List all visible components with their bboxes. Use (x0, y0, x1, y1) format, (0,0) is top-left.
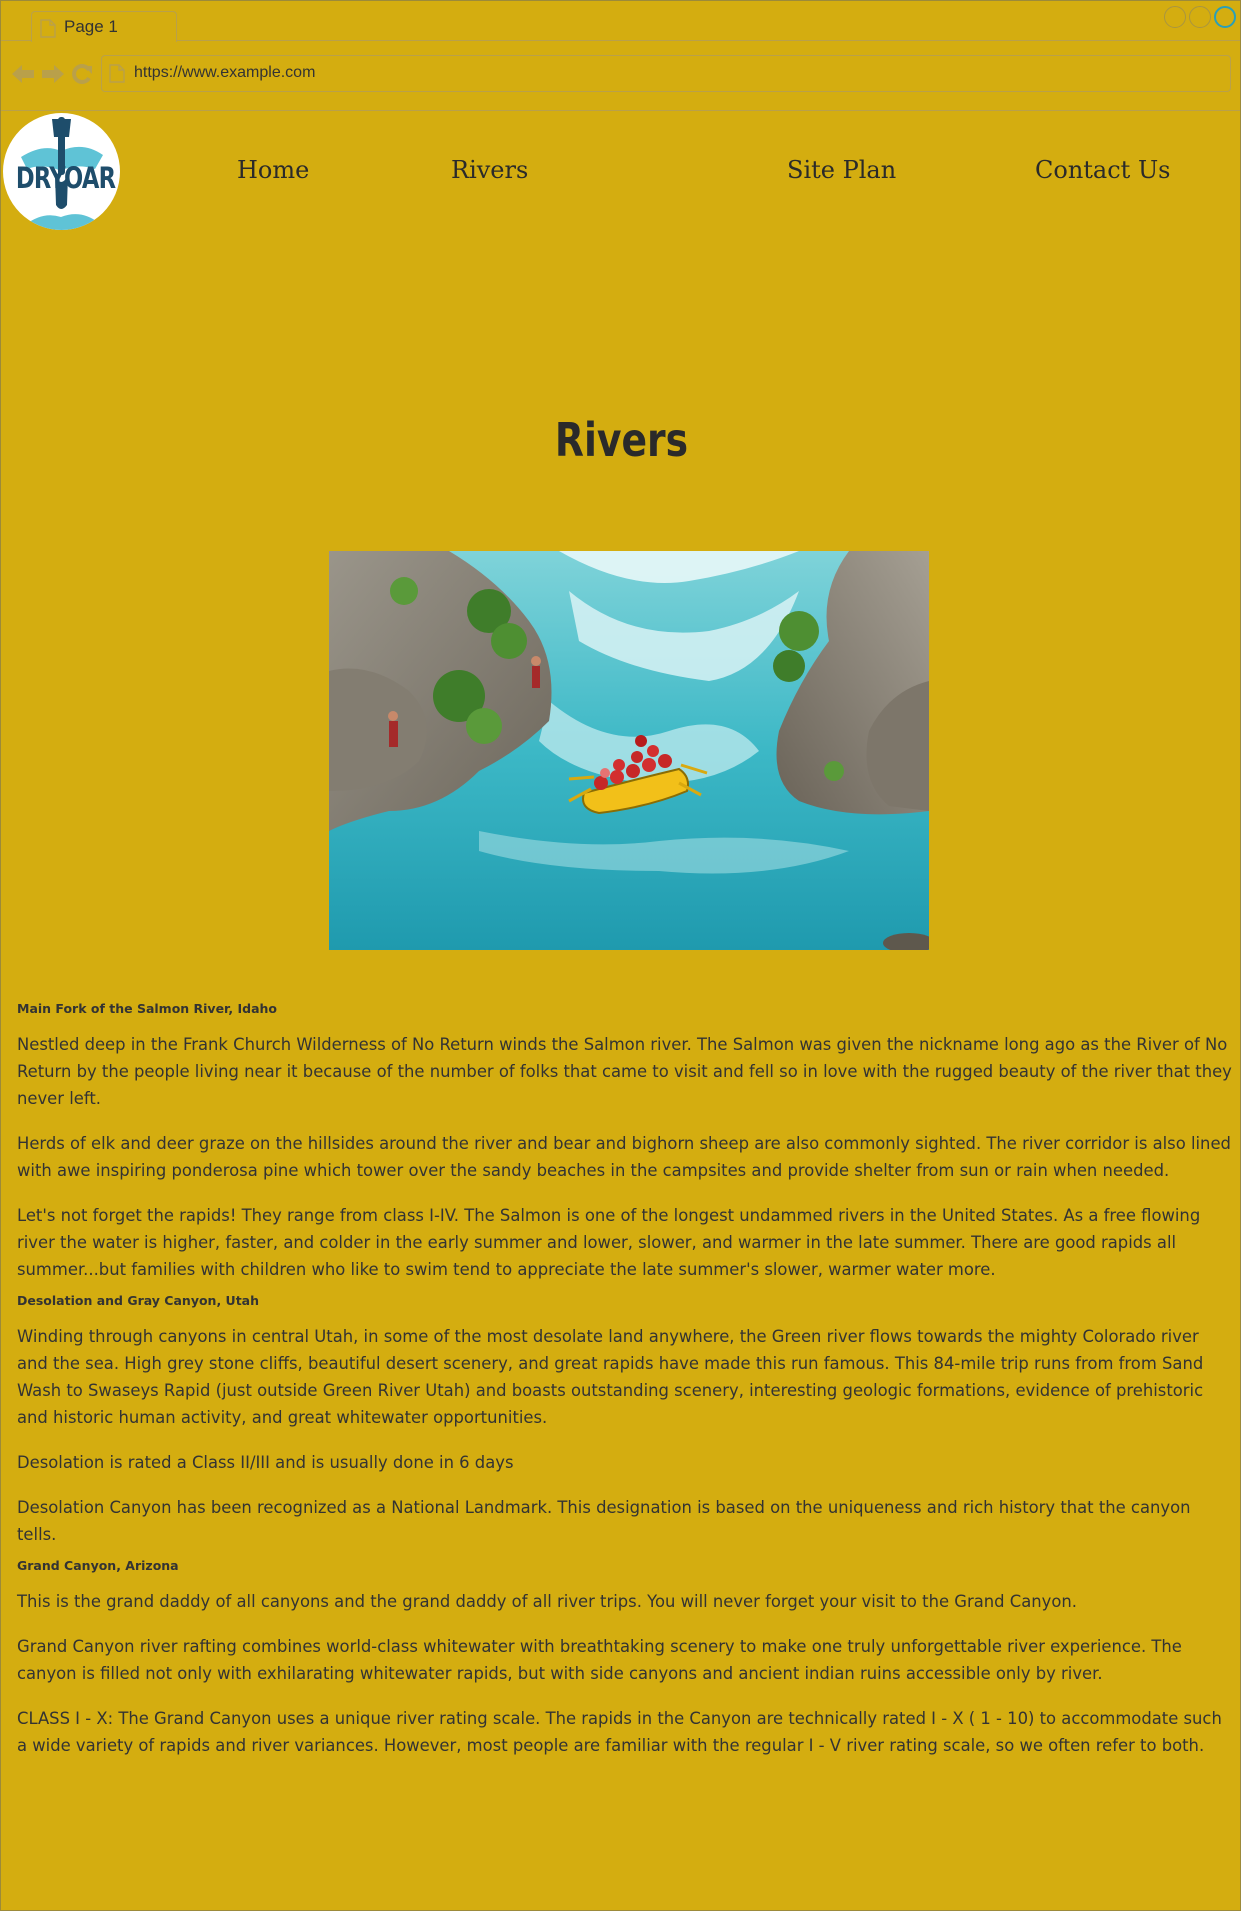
forward-arrow-icon[interactable] (41, 63, 65, 85)
paragraph: Nestled deep in the Frank Church Wildern… (17, 1035, 1232, 1108)
nav-contact-us-link[interactable]: Contact Us (1035, 156, 1170, 184)
browser-tab[interactable]: Page 1 (31, 11, 177, 42)
maximize-button[interactable] (1189, 6, 1211, 28)
site-logo[interactable]: DRYOAR (3, 113, 120, 230)
url-input[interactable]: https://www.example.com (101, 55, 1231, 92)
address-bar-row: https://www.example.com (1, 41, 1240, 111)
nav-site-plan-link[interactable]: Site Plan (787, 156, 896, 184)
paragraph: Desolation Canyon has been recognized as… (17, 1498, 1191, 1544)
paragraph: This is the grand daddy of all canyons a… (17, 1592, 1077, 1611)
close-button[interactable] (1214, 6, 1236, 28)
river-descriptions: Main Fork of the Salmon River, Idaho Nes… (17, 1001, 1232, 1759)
window-controls (1164, 6, 1236, 28)
paragraph: CLASS I - X: The Grand Canyon uses a uni… (17, 1709, 1222, 1755)
paragraph: Grand Canyon river rafting combines worl… (17, 1637, 1182, 1683)
tab-bar: Page 1 (1, 1, 1240, 42)
browser-window: Page 1 https://www.example.com DRYOAR Ho… (0, 0, 1241, 1911)
nav-home-link[interactable]: Home (237, 156, 309, 184)
tab-title: Page 1 (64, 17, 118, 36)
navigation-controls (11, 63, 93, 85)
paragraph: Winding through canyons in central Utah,… (17, 1327, 1204, 1427)
river-rafting-image (329, 551, 929, 950)
minimize-button[interactable] (1164, 6, 1186, 28)
page-icon (40, 19, 56, 42)
section-heading-desolation: Desolation and Gray Canyon, Utah (17, 1293, 260, 1308)
page-title: Rivers (554, 413, 689, 467)
url-text: https://www.example.com (134, 64, 316, 81)
page-icon (109, 64, 125, 87)
back-arrow-icon[interactable] (11, 63, 35, 85)
reload-icon[interactable] (71, 63, 93, 85)
section-heading-salmon: Main Fork of the Salmon River, Idaho (17, 1001, 278, 1016)
section-heading-grand-canyon: Grand Canyon, Arizona (17, 1558, 179, 1573)
nav-rivers-link[interactable]: Rivers (451, 156, 528, 184)
logo-text: DRYOAR (15, 161, 116, 195)
paragraph: Let's not forget the rapids! They range … (17, 1206, 1201, 1279)
paragraph: Herds of elk and deer graze on the hills… (17, 1134, 1231, 1180)
paragraph: Desolation is rated a Class II/III and i… (17, 1453, 514, 1472)
